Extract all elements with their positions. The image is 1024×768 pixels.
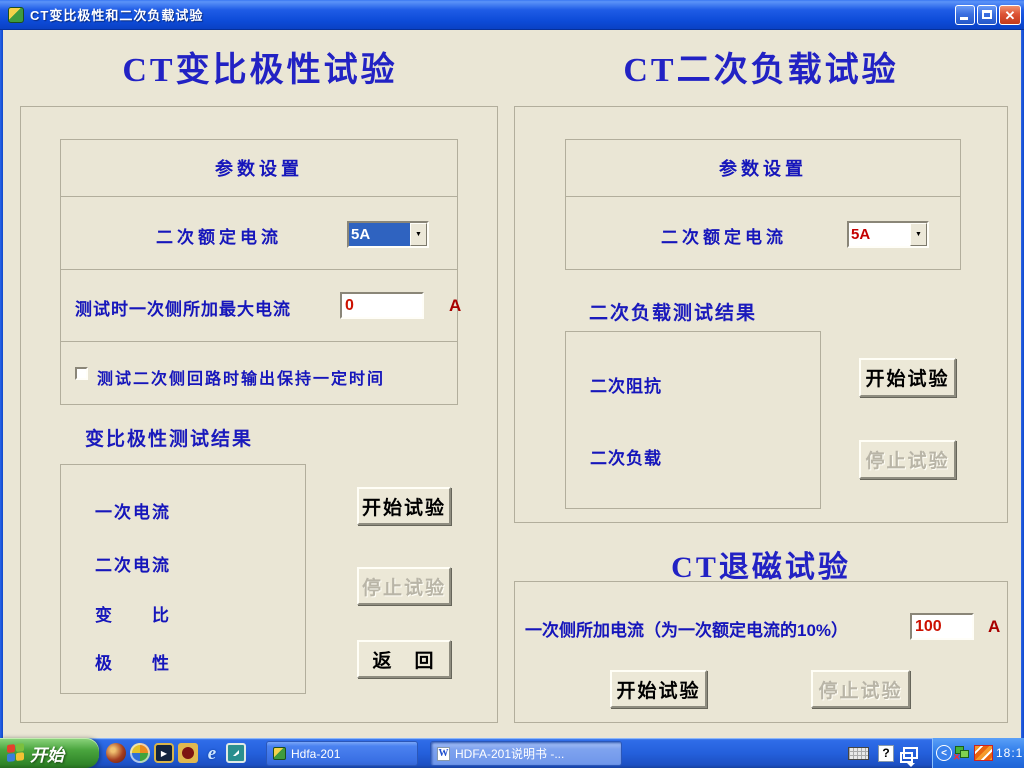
task-label: HDFA-201说明书 -...	[455, 745, 564, 762]
minimize-button[interactable]	[955, 5, 975, 25]
hold-time-checkbox[interactable]	[75, 367, 88, 380]
app-icon	[273, 747, 286, 760]
hold-time-label: 测试二次侧回路时输出保持一定时间	[97, 365, 385, 389]
media-player-classic-icon[interactable]: ▶	[154, 743, 174, 763]
result-row-secondary-impedance: 二次阻抗	[590, 372, 662, 397]
taskbar-task-hdfa201[interactable]: Hdfa-201	[266, 741, 418, 766]
tray-app-icon[interactable]	[974, 745, 993, 761]
demag-test-panel: 一次侧所加电流（为一次额定电流的10%） A 开始试验 停止试验	[514, 581, 1008, 723]
show-desktop-icon[interactable]	[226, 743, 246, 763]
back-button[interactable]: 返 回	[357, 640, 451, 678]
minimize-icon	[960, 17, 968, 20]
tray-chevron-icon[interactable]: <	[936, 745, 952, 761]
ratio-start-button[interactable]: 开始试验	[357, 487, 451, 525]
demag-current-label: 一次侧所加电流（为一次额定电流的10%）	[525, 616, 848, 641]
ratio-hold-time-cell: 测试二次侧回路时输出保持一定时间	[60, 341, 458, 405]
task-label: Hdfa-201	[291, 747, 340, 761]
window-restore-icon[interactable]	[903, 747, 918, 759]
burden-start-button[interactable]: 开始试验	[859, 358, 956, 397]
burden-stop-button[interactable]: 停止试验	[859, 440, 956, 479]
maximize-button[interactable]	[977, 5, 997, 25]
max-current-unit: A	[449, 296, 461, 316]
max-current-label: 测试时一次侧所加最大电流	[75, 295, 291, 320]
demag-start-button[interactable]: 开始试验	[610, 670, 707, 708]
window-body: CT变比极性试验 CT二次负载试验 参数设置 二次额定电流 5A ▼ 测试时一次…	[0, 30, 1024, 738]
result-row-secondary-current: 二次电流	[95, 551, 171, 576]
combo-dropdown-button[interactable]: ▼	[910, 223, 927, 246]
rated-current-label: 二次额定电流	[661, 223, 787, 248]
ratio-rated-current-cell: 二次额定电流 5A ▼	[60, 196, 458, 270]
ratio-stop-button[interactable]: 停止试验	[357, 567, 451, 605]
start-button-label: 开始	[30, 741, 64, 766]
window-title: CT变比极性和二次负载试验	[30, 5, 203, 24]
demag-current-input[interactable]	[910, 613, 974, 640]
taskbar-task-manual[interactable]: W HDFA-201说明书 -...	[430, 741, 622, 766]
burden-results-box: 二次阻抗 二次负载	[565, 331, 821, 509]
windows-logo-icon	[7, 743, 25, 763]
network-error-badge: ✕	[953, 752, 961, 763]
burden-section-title: CT二次负载试验	[514, 42, 1008, 91]
chevron-down-icon: ▼	[915, 231, 922, 238]
ratio-results-box: 一次电流 二次电流 变 比 极 性	[60, 464, 306, 694]
ratio-test-panel: 参数设置 二次额定电流 5A ▼ 测试时一次侧所加最大电流 A 测试二次侧回路时…	[20, 106, 498, 723]
start-button[interactable]: 开始	[0, 738, 99, 768]
burden-params-header-cell: 参数设置	[565, 139, 961, 197]
taskbar: 开始 ▶ e Hdfa-201 W HDFA-201说明书 -... ? <	[0, 738, 1024, 768]
burden-test-panel: 参数设置 二次额定电流 5A ▼ 二次负载测试结果 二次阻抗 二次负载 开始试验…	[514, 106, 1008, 523]
burden-results-heading: 二次负载测试结果	[589, 298, 757, 325]
system-tray: < ✕ 18:13	[932, 738, 1024, 768]
ratio-section-title: CT变比极性试验	[20, 42, 500, 91]
rated-current-combo[interactable]: 5A ▼	[347, 221, 429, 248]
application-window: CT变比极性和二次负载试验 ✕ CT变比极性试验 CT二次负载试验 参数设置 二…	[0, 0, 1024, 768]
word-document-icon: W	[437, 747, 450, 761]
ratio-max-current-cell: 测试时一次侧所加最大电流 A	[60, 269, 458, 342]
window-border-left	[0, 30, 3, 738]
keyboard-layout-icon[interactable]	[848, 747, 869, 760]
tray-static-icons: ?	[848, 738, 918, 768]
demag-section-title: CT退磁试验	[514, 542, 1008, 586]
play-icon: ▶	[161, 749, 167, 758]
browser-icon[interactable]	[106, 743, 126, 763]
result-row-polarity: 极 性	[95, 649, 171, 674]
rated-current-combo-value: 5A	[849, 223, 910, 246]
tray-network-icon[interactable]: ✕	[955, 746, 971, 760]
help-icon[interactable]: ?	[878, 745, 894, 762]
app-icon	[8, 7, 24, 23]
window-titlebar[interactable]: CT变比极性和二次负载试验 ✕	[0, 0, 1024, 30]
realplayer-icon[interactable]	[178, 743, 198, 763]
window-controls: ✕	[955, 5, 1021, 25]
result-row-ratio: 变 比	[95, 601, 171, 626]
quick-launch-bar: ▶ e	[106, 743, 246, 763]
demag-current-unit: A	[988, 617, 1000, 637]
rated-current-combo[interactable]: 5A ▼	[847, 221, 929, 248]
maximize-icon	[982, 10, 992, 19]
result-row-primary-current: 一次电流	[95, 498, 171, 523]
combo-dropdown-button[interactable]: ▼	[410, 223, 427, 246]
ratio-params-header-cell: 参数设置	[60, 139, 458, 197]
chevron-down-icon: ▼	[415, 231, 422, 238]
ie-icon[interactable]: e	[202, 743, 222, 763]
demag-stop-button[interactable]: 停止试验	[811, 670, 910, 708]
result-row-secondary-burden: 二次负载	[590, 444, 662, 469]
wmp-icon[interactable]	[130, 743, 150, 763]
ratio-results-heading: 变比极性测试结果	[85, 424, 253, 451]
burden-rated-current-cell: 二次额定电流 5A ▼	[565, 196, 961, 270]
rated-current-combo-value: 5A	[349, 223, 410, 246]
params-header: 参数设置	[719, 155, 807, 181]
rated-current-label: 二次额定电流	[156, 223, 282, 248]
taskbar-clock[interactable]: 18:13	[996, 746, 1024, 760]
close-button[interactable]: ✕	[999, 5, 1021, 25]
max-current-input[interactable]	[340, 292, 424, 319]
params-header: 参数设置	[215, 155, 303, 181]
